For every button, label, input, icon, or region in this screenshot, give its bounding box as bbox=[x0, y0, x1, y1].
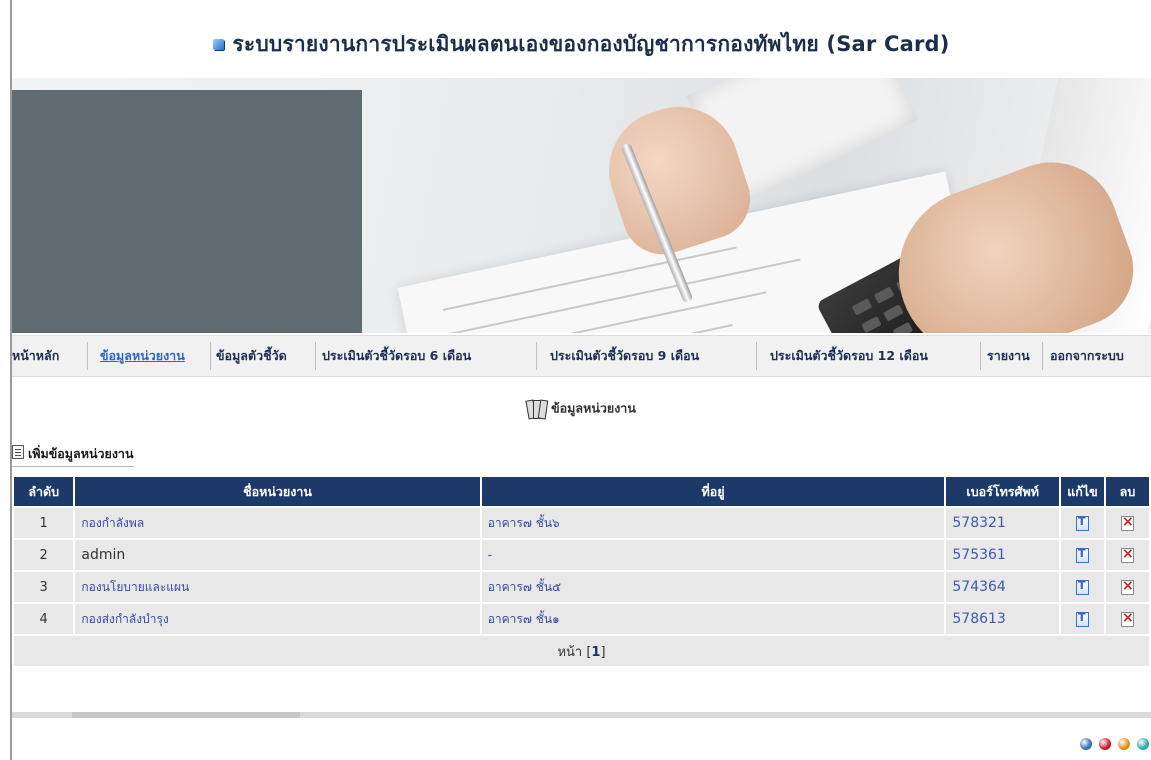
pager-page-link[interactable]: 1 bbox=[591, 645, 600, 660]
row-number: 4 bbox=[14, 604, 74, 634]
unit-address: อาคาร๗ ชั้น๕ bbox=[481, 572, 945, 602]
edit-icon[interactable] bbox=[1075, 547, 1089, 563]
edit-cell bbox=[1060, 572, 1104, 602]
delete-icon[interactable] bbox=[1120, 610, 1134, 627]
unit-name: กองส่งกำลังบำรุง bbox=[75, 604, 480, 634]
books-icon bbox=[525, 399, 549, 420]
delete-icon[interactable] bbox=[1120, 578, 1134, 595]
footer-dots bbox=[1073, 735, 1149, 754]
red-dot-icon bbox=[1099, 738, 1111, 750]
delete-cell bbox=[1105, 572, 1149, 602]
nav-divider bbox=[87, 342, 88, 370]
nav-divider bbox=[756, 342, 757, 370]
unit-phone: 575361 bbox=[946, 540, 1059, 570]
teal-dot-icon bbox=[1137, 738, 1149, 750]
unit-phone: 578613 bbox=[946, 604, 1059, 634]
page-title-text: ระบบรายงานการประเมินผลตนเองของกองบัญชากา… bbox=[232, 32, 950, 56]
nav-item-eval-9-months[interactable]: ประเมินตัวชี้วัดรอบ 9 เดือน bbox=[550, 336, 699, 376]
unit-name: admin bbox=[75, 540, 480, 570]
page-title: ระบบรายงานการประเมินผลตนเองของกองบัญชากา… bbox=[12, 28, 1151, 68]
main-nav: หน้าหลัก ข้อมูลหน่วยงาน ข้อมูลตัวชี้วัด … bbox=[12, 335, 1151, 377]
header-banner bbox=[12, 78, 1151, 333]
delete-cell bbox=[1105, 604, 1149, 634]
table-row: 1 กองกำลังพล อาคาร๗ ชั้น๖ 578321 bbox=[14, 508, 1149, 538]
nav-item-home[interactable]: หน้าหลัก bbox=[12, 336, 59, 376]
nav-item-indicators[interactable]: ข้อมูลตัวชี้วัด bbox=[216, 336, 287, 376]
units-table: ลำดับ ชื่อหน่วยงาน ที่อยู่ เบอร์โทรศัพท์… bbox=[12, 475, 1151, 668]
table-row: 2 admin - 575361 bbox=[14, 540, 1149, 570]
nav-item-units[interactable]: ข้อมูลหน่วยงาน bbox=[100, 336, 185, 376]
delete-icon[interactable] bbox=[1120, 514, 1134, 531]
column-header-no: ลำดับ bbox=[14, 477, 74, 506]
delete-cell bbox=[1105, 540, 1149, 570]
unit-address: - bbox=[481, 540, 945, 570]
unit-address: อาคาร๗ ชั้น๑ bbox=[481, 604, 945, 634]
add-unit-label: เพิ่มข้อมูลหน่วยงาน bbox=[28, 446, 134, 461]
unit-phone: 574364 bbox=[946, 572, 1059, 602]
unit-address: อาคาร๗ ชั้น๖ bbox=[481, 508, 945, 538]
blue-dot-icon bbox=[1080, 738, 1092, 750]
nav-item-logout[interactable]: ออกจากระบบ bbox=[1050, 336, 1124, 376]
nav-divider bbox=[536, 342, 537, 370]
orange-dot-icon bbox=[1118, 738, 1130, 750]
nav-divider bbox=[315, 342, 316, 370]
nav-item-eval-12-months[interactable]: ประเมินตัวชี้วัดรอบ 12 เดือน bbox=[770, 336, 928, 376]
edit-cell bbox=[1060, 540, 1104, 570]
unit-name: กองกำลังพล bbox=[75, 508, 480, 538]
nav-divider bbox=[210, 342, 211, 370]
nav-divider bbox=[1042, 342, 1043, 370]
nav-item-eval-6-months[interactable]: ประเมินตัวชี้วัดรอบ 6 เดือน bbox=[322, 336, 471, 376]
column-header-delete: ลบ bbox=[1105, 477, 1149, 506]
table-row: 3 กองนโยบายและแผน อาคาร๗ ชั้น๕ 574364 bbox=[14, 572, 1149, 602]
column-header-name: ชื่อหน่วยงาน bbox=[75, 477, 480, 506]
document-icon bbox=[12, 445, 24, 459]
add-unit-link[interactable]: เพิ่มข้อมูลหน่วยงาน bbox=[12, 444, 134, 467]
column-header-edit: แก้ไข bbox=[1060, 477, 1104, 506]
pager: หน้า [1] bbox=[14, 636, 1149, 666]
unit-name: กองนโยบายและแผน bbox=[75, 572, 480, 602]
pager-row: หน้า [1] bbox=[14, 636, 1149, 666]
title-bullet-icon bbox=[213, 39, 225, 50]
table-header-row: ลำดับ ชื่อหน่วยงาน ที่อยู่ เบอร์โทรศัพท์… bbox=[14, 477, 1149, 506]
footer-divider bbox=[12, 712, 1151, 718]
table-row: 4 กองส่งกำลังบำรุง อาคาร๗ ชั้น๑ 578613 bbox=[14, 604, 1149, 634]
row-number: 3 bbox=[14, 572, 74, 602]
delete-cell bbox=[1105, 508, 1149, 538]
delete-icon[interactable] bbox=[1120, 546, 1134, 563]
edit-icon[interactable] bbox=[1075, 515, 1089, 531]
row-number: 1 bbox=[14, 508, 74, 538]
row-number: 2 bbox=[14, 540, 74, 570]
section-title: ข้อมูลหน่วยงาน bbox=[12, 398, 1151, 420]
edit-cell bbox=[1060, 508, 1104, 538]
column-header-address: ที่อยู่ bbox=[481, 477, 945, 506]
edit-cell bbox=[1060, 604, 1104, 634]
nav-item-reports[interactable]: รายงาน bbox=[987, 336, 1030, 376]
pager-label: หน้า bbox=[557, 644, 583, 660]
unit-phone: 578321 bbox=[946, 508, 1059, 538]
nav-divider bbox=[980, 342, 981, 370]
column-header-phone: เบอร์โทรศัพท์ bbox=[946, 477, 1059, 506]
edit-icon[interactable] bbox=[1075, 579, 1089, 595]
edit-icon[interactable] bbox=[1075, 611, 1089, 627]
section-title-text: ข้อมูลหน่วยงาน bbox=[551, 400, 636, 416]
banner-overlay-block bbox=[12, 90, 362, 333]
